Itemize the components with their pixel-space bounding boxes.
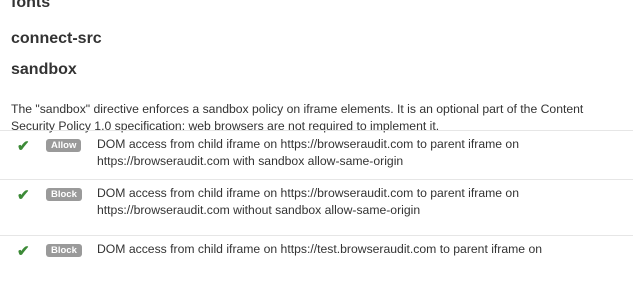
test-row: ✔ Block DOM access from child iframe on …	[0, 235, 633, 284]
section-heading-fonts: fonts	[11, 0, 51, 11]
status-badge: Block	[46, 244, 82, 257]
check-icon: ✔	[17, 138, 30, 155]
test-description: DOM access from child iframe on https://…	[97, 186, 519, 217]
section-heading-sandbox: sandbox	[11, 61, 77, 78]
status-badge: Allow	[46, 139, 82, 152]
test-description: DOM access from child iframe on https://…	[97, 137, 519, 168]
test-row: ✔ Block DOM access from child iframe on …	[0, 179, 633, 228]
section-heading-connect-src: connect-src	[11, 30, 102, 47]
test-row: ✔ Allow DOM access from child iframe on …	[0, 130, 633, 179]
status-badge: Block	[46, 188, 82, 201]
check-icon: ✔	[17, 243, 30, 260]
test-description: DOM access from child iframe on https://…	[97, 242, 543, 256]
check-icon: ✔	[17, 187, 30, 204]
